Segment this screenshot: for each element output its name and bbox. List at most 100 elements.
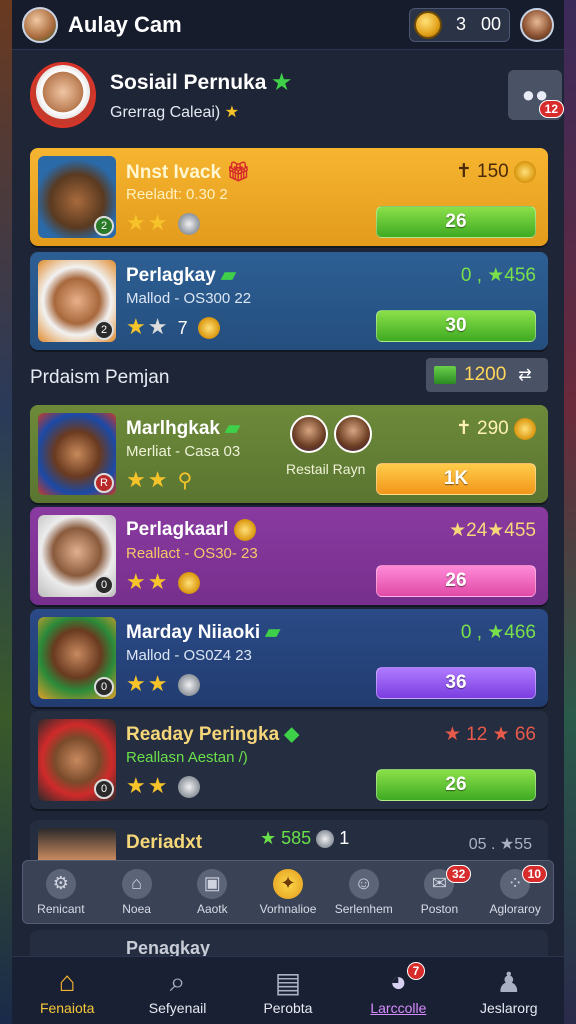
background-edge-left — [0, 0, 12, 1024]
play-button[interactable]: 36 — [376, 667, 536, 699]
leaderboard-card[interactable]: 0 Perlagkaarl Reallact - OS30- 23 ★★ ★24… — [30, 507, 548, 605]
profile-header: Sosiail Pernuka ★ Grerrag Caleai) ★ ●● 1… — [12, 52, 564, 142]
player-name-row: Nnst Ivack 🎁︎ — [126, 160, 250, 184]
player-subtitle: Reallact - OS30- 23 — [126, 545, 258, 562]
player-stat-row: ★ 585 1 — [260, 828, 349, 849]
profile-avatar[interactable] — [30, 62, 96, 128]
nav-search[interactable]: ⌕ Sefyenail — [133, 966, 223, 1016]
player-score: 0 , ★456 — [460, 265, 536, 286]
level-badge: 2 — [94, 320, 114, 340]
star-rating: ★★ — [126, 773, 200, 799]
star-rating: ★★ — [126, 210, 200, 236]
nav-chat[interactable]: ◕ Larccolle 7 — [353, 961, 443, 1016]
section-cash-badge[interactable]: 1200 ⇄ — [426, 358, 548, 392]
leaderboard-card-partial[interactable]: Penagkay — [30, 930, 548, 958]
compass-icon: ✦ — [273, 868, 304, 899]
star-rating: ★★ — [126, 671, 200, 697]
notification-badge: 7 — [406, 961, 426, 980]
tool-agloraroy[interactable]: ⁘ Agloraroy 10 — [477, 863, 553, 921]
friends-label: Restail Rayn — [286, 461, 366, 477]
leaderboard-card[interactable]: 0 Marday Niiaoki ▰ Mallod - OS0Z4 23 ★★ … — [30, 609, 548, 707]
player-portrait — [38, 828, 116, 860]
play-button[interactable]: 30 — [376, 310, 536, 342]
user-avatar[interactable] — [22, 6, 58, 43]
leaderboard-card[interactable]: 2 Nnst Ivack 🎁︎ Reeladt: 0.30 2 ★★ ✝ 150… — [30, 148, 548, 246]
player-subtitle: Reallasn Aestan /) — [126, 749, 248, 766]
player-score-row: ✝ 150 — [456, 160, 536, 183]
nav-map[interactable]: ▤ Perobta — [243, 966, 333, 1016]
player-name: Deriadxt — [126, 832, 203, 853]
coin-value-a: 3 — [455, 14, 467, 34]
friend-avatars[interactable] — [290, 415, 372, 453]
nav-home[interactable]: ⌂ Fenaiota — [22, 966, 112, 1016]
leaderboard-card[interactable]: R Marlhgkak ▰ Merliat - Casa 03 ★★ ⚲ Res… — [30, 405, 548, 503]
chat-badge: 12 — [538, 100, 564, 118]
friend-avatar[interactable] — [520, 7, 554, 42]
play-button[interactable]: 26 — [376, 206, 536, 238]
star-icon: ★ — [272, 71, 292, 94]
cash-icon: ◆ — [284, 724, 300, 745]
background-edge-right — [564, 0, 576, 1024]
profile-name: Sosiail Pernuka — [110, 71, 267, 94]
person-icon: ☺ — [348, 868, 379, 899]
silver-coin-icon — [316, 830, 335, 849]
coin-balance[interactable]: 3 00 — [408, 7, 510, 42]
star-icon: ★★ — [126, 773, 170, 798]
cash-icon: ▰ — [225, 418, 240, 439]
leaderboard-card[interactable]: 0 Readay Peringka ◆ Reallasn Aestan /) ★… — [30, 711, 548, 809]
player-name: Marlhgkak — [126, 418, 220, 439]
tool-serlenhem[interactable]: ☺ Serlenhem — [326, 863, 402, 921]
level-badge: 2 — [94, 216, 114, 236]
player-name-row: Perlagkay ▰ — [126, 264, 236, 287]
player-score: ★ 12 ★ 66 — [443, 724, 536, 745]
notification-badge: 10 — [521, 865, 548, 883]
tool-poston[interactable]: ✉ Poston 32 — [402, 863, 478, 921]
chat-button[interactable]: ●● 12 — [508, 70, 564, 120]
profile-icon: ♟ — [496, 966, 522, 998]
player-score: 05 . ★55 — [468, 836, 532, 853]
cash-icon: ▰ — [221, 265, 236, 286]
leaderboard-card-partial[interactable]: Deriadxt ★ 585 1 05 . ★55 — [30, 820, 548, 860]
tool-label: Aaotk — [196, 901, 228, 916]
friend-avatar[interactable] — [290, 415, 328, 453]
app-title: Aulay Cam — [68, 11, 182, 37]
tool-label: Agloraroy — [489, 901, 541, 916]
tool-label: Serlenhem — [334, 901, 393, 916]
play-button[interactable]: 1K — [376, 463, 536, 495]
nav-label: Perobta — [263, 999, 313, 1016]
tool-renicant[interactable]: ⚙ Renicant — [23, 863, 99, 921]
player-name: Readay Peringka — [126, 724, 280, 745]
player-portrait: 0 — [38, 617, 116, 699]
nav-label: Larccolle — [370, 999, 427, 1016]
player-score: ✝ 290 — [455, 418, 509, 439]
player-subtitle: Mallod - OS300 22 — [126, 290, 252, 307]
tool-noea[interactable]: ⌂ Noea — [99, 863, 175, 921]
gift-icon: 🎁︎ — [226, 162, 251, 183]
star-icon: ★ — [126, 314, 148, 339]
star-icon: ★★ — [126, 569, 170, 594]
wand-icon: ⚲ — [177, 470, 195, 492]
player-portrait: R — [38, 413, 116, 495]
player-portrait: 0 — [38, 515, 116, 597]
silver-coin-icon — [177, 674, 200, 697]
player-name: Perlagkaarl — [126, 519, 229, 541]
nav-profile[interactable]: ♟ Jeslarorg — [464, 966, 554, 1016]
player-score: ★24★455 — [449, 520, 536, 541]
tool-aaotk[interactable]: ▣ Aaotk — [174, 863, 250, 921]
nav-label: Sefyenail — [148, 999, 207, 1016]
search-icon: ⌕ — [169, 965, 186, 997]
section-title: Prdaism Pemjan — [30, 367, 170, 388]
notification-badge: 32 — [445, 865, 472, 883]
star-icon: ★ — [224, 104, 240, 121]
top-bar: Aulay Cam 3 00 — [12, 0, 564, 50]
friend-avatar[interactable] — [334, 415, 372, 453]
leaderboard-card[interactable]: 2 Perlagkay ▰ Mallod - OS300 22 ★★ 7 0 ,… — [30, 252, 548, 350]
player-score: ✝ 150 — [455, 161, 509, 182]
tool-label: Noea — [122, 901, 151, 916]
level-badge: 0 — [94, 779, 114, 799]
tool-vorhnalioe[interactable]: ✦ Vorhnalioe — [250, 863, 326, 921]
nav-label: Fenaiota — [39, 999, 95, 1016]
play-button[interactable]: 26 — [376, 565, 536, 597]
play-button[interactable]: 26 — [376, 769, 536, 801]
swap-icon: ⇄ — [518, 367, 532, 384]
